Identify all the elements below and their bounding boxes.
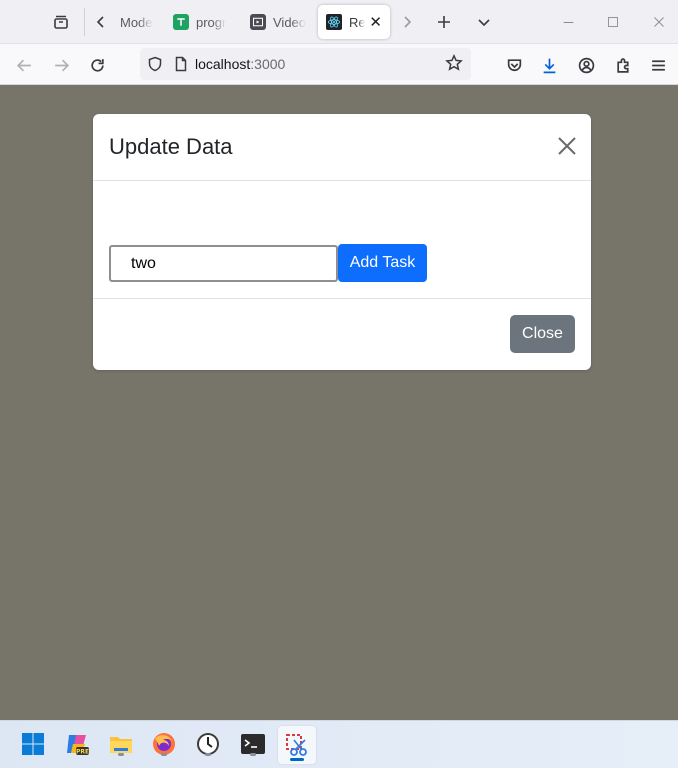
tab-video[interactable]: Video [250, 5, 306, 39]
snipping-tool-icon[interactable] [278, 726, 316, 764]
svg-text:PRE: PRE [76, 749, 89, 756]
back-icon[interactable] [10, 51, 38, 79]
close-button[interactable]: Close [510, 315, 575, 353]
reload-icon[interactable] [83, 51, 111, 79]
forward-icon[interactable] [47, 51, 75, 79]
bookmark-star-icon[interactable] [445, 53, 465, 74]
tab-label: progr [196, 14, 227, 30]
url-port: :3000 [250, 56, 286, 72]
modal-close-icon[interactable] [555, 134, 579, 158]
tab-separator [84, 8, 85, 36]
windows-start-icon[interactable] [18, 729, 48, 759]
url-text[interactable]: localhost:3000 [195, 56, 285, 72]
update-data-modal: Update Data Add Task Close [93, 114, 591, 370]
scroll-tabs-left-icon[interactable] [88, 8, 114, 36]
url-bar[interactable]: localhost:3000 [140, 48, 471, 80]
tab-strip: Mode progr Video Rea ✕ [0, 0, 678, 44]
tab-model[interactable]: Mode [120, 5, 154, 39]
account-icon[interactable] [572, 51, 600, 79]
tab-react-active[interactable]: Rea ✕ [318, 5, 390, 39]
firefox-icon[interactable] [149, 729, 179, 759]
taskbar: PRE [0, 720, 678, 768]
tab-label: Rea [349, 14, 366, 30]
tab-manager-icon[interactable] [46, 8, 76, 36]
modal-title: Update Data [109, 134, 233, 159]
sheets-icon [173, 14, 189, 30]
video-icon [250, 14, 266, 30]
tab-label: Video [273, 14, 306, 30]
modal-header: Update Data [93, 114, 591, 181]
window-close-icon[interactable] [649, 12, 669, 32]
downloads-icon[interactable] [535, 51, 563, 79]
minimize-icon[interactable] [558, 12, 578, 32]
task-input[interactable] [109, 245, 338, 282]
page-icon[interactable] [170, 49, 192, 79]
extensions-icon[interactable] [609, 51, 637, 79]
scroll-tabs-right-icon[interactable] [394, 8, 420, 36]
new-tab-icon[interactable] [429, 8, 459, 36]
react-icon [326, 14, 342, 30]
shield-icon[interactable] [140, 49, 170, 79]
tab-progress[interactable]: progr [173, 5, 235, 39]
running-indicator [118, 753, 124, 756]
running-indicator [250, 753, 256, 756]
active-indicator [290, 758, 304, 761]
add-task-button[interactable]: Add Task [338, 244, 427, 282]
tab-label: Mode [120, 14, 153, 30]
url-host: localhost [195, 56, 251, 72]
file-explorer-icon[interactable] [106, 729, 136, 759]
running-indicator [161, 753, 167, 756]
copilot-icon[interactable]: PRE [62, 729, 92, 759]
modal-footer: Close [93, 299, 591, 369]
modal-body: Add Task [93, 181, 591, 299]
clock-icon[interactable] [193, 729, 223, 759]
navigation-toolbar: localhost:3000 [0, 44, 678, 85]
menu-icon[interactable] [644, 51, 672, 79]
maximize-icon[interactable] [603, 12, 623, 32]
list-all-tabs-icon[interactable] [469, 8, 499, 36]
running-indicator [205, 753, 211, 756]
close-tab-icon[interactable]: ✕ [369, 15, 382, 30]
pocket-icon[interactable] [500, 51, 528, 79]
terminal-icon[interactable] [238, 729, 268, 759]
